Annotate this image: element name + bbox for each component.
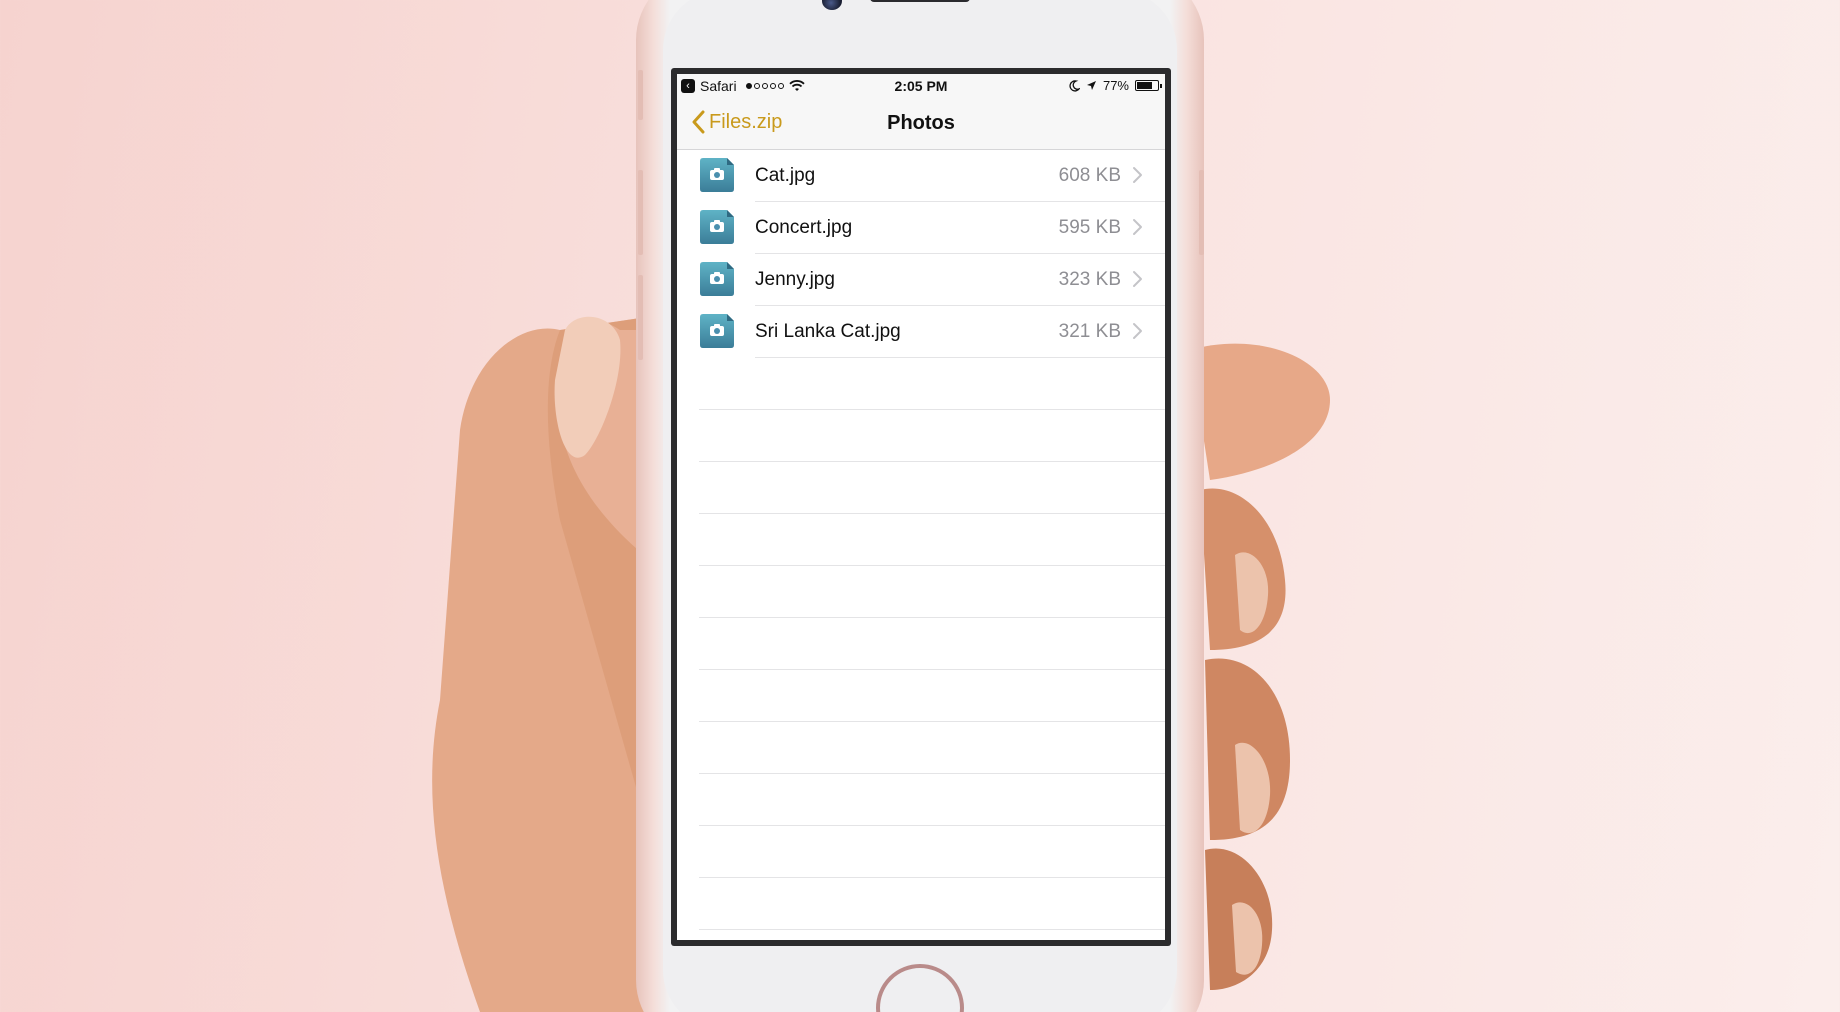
file-size: 595 KB (1058, 217, 1121, 238)
empty-row (699, 878, 1165, 930)
file-row[interactable]: Concert.jpg 595 KB (700, 202, 1165, 254)
photo-file-icon (700, 262, 734, 296)
empty-row (699, 670, 1165, 722)
empty-row (699, 410, 1165, 462)
empty-row (699, 566, 1165, 618)
power-button (1199, 170, 1204, 255)
file-row[interactable]: Jenny.jpg 323 KB (700, 254, 1165, 306)
battery-icon (1135, 80, 1162, 91)
volume-up-button (638, 170, 643, 255)
file-size: 321 KB (1058, 321, 1121, 342)
empty-row (699, 618, 1165, 670)
photo-file-icon (700, 158, 734, 192)
file-row[interactable]: Cat.jpg 608 KB (700, 150, 1165, 202)
chevron-right-icon (1133, 271, 1142, 287)
mute-switch (638, 70, 643, 120)
chevron-right-icon (1133, 219, 1142, 235)
page-title: Photos (887, 112, 955, 134)
chevron-right-icon (1133, 323, 1142, 339)
file-name: Cat.jpg (755, 165, 816, 186)
phone-display: ‹ Safari 2:05 PM 77% Files.zip Photos Ca… (677, 74, 1165, 940)
photo-file-icon (700, 210, 734, 244)
empty-row (699, 722, 1165, 774)
file-size: 323 KB (1058, 269, 1121, 290)
empty-row (699, 826, 1165, 878)
earpiece-speaker (870, 0, 970, 2)
file-name: Concert.jpg (755, 217, 853, 238)
status-bar: ‹ Safari 2:05 PM 77% (677, 74, 1165, 98)
empty-row (699, 514, 1165, 566)
navigation-bar: Files.zip Photos (677, 98, 1165, 150)
empty-row (699, 462, 1165, 514)
empty-row (699, 774, 1165, 826)
battery-percent: 77% (1102, 78, 1129, 93)
file-list: Cat.jpg 608 KB Concert.jpg 595 KB Jenny.jpg 3… (677, 150, 1165, 358)
moon-icon (1069, 79, 1080, 92)
volume-down-button (638, 275, 643, 360)
file-row[interactable]: Sri Lanka Cat.jpg 321 KB (700, 306, 1165, 358)
file-name: Jenny.jpg (755, 269, 835, 290)
empty-list-rows (677, 358, 1165, 930)
empty-row (699, 358, 1165, 410)
status-right: 77% (1068, 78, 1162, 93)
file-size: 608 KB (1058, 165, 1121, 186)
photo-file-icon (700, 314, 734, 348)
location-arrow-icon (1086, 81, 1096, 90)
file-name: Sri Lanka Cat.jpg (755, 321, 901, 342)
chevron-right-icon (1133, 167, 1142, 183)
